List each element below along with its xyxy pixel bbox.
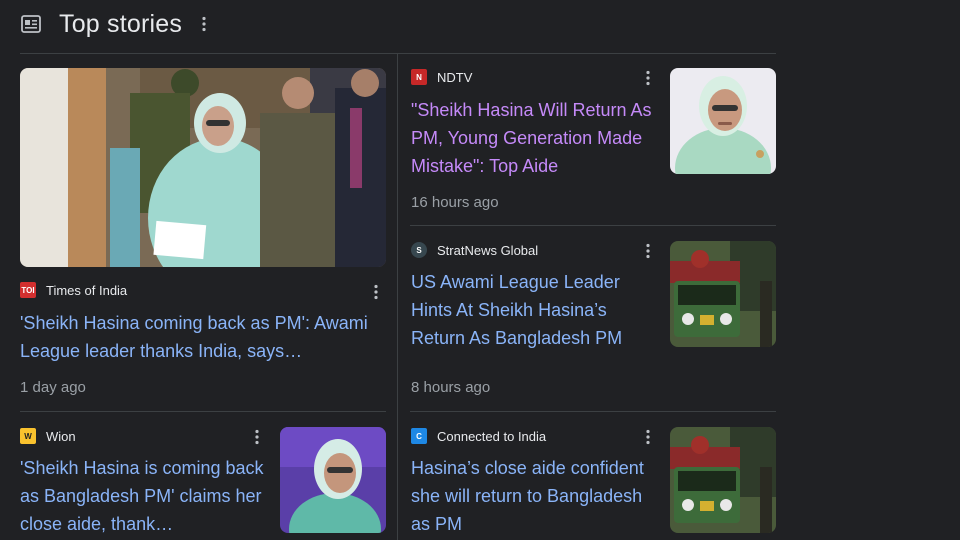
story-headline[interactable]: US Awami League Leader Hints At Sheikh H… [411, 268, 655, 352]
story-source: S StratNews Global [411, 242, 538, 258]
story-headline[interactable]: 'Sheikh Hasina coming back as PM': Awami… [20, 309, 386, 365]
story-thumbnail[interactable] [670, 68, 776, 174]
story-thumbnail[interactable] [670, 241, 776, 347]
story-more-options-icon[interactable] [370, 282, 382, 302]
story-headline[interactable]: Hasina’s close aide confident she will r… [411, 454, 661, 538]
times-of-india-favicon-icon: TOI [20, 282, 36, 298]
story-more-options-icon[interactable] [642, 427, 654, 447]
stratnews-favicon-icon: S [411, 242, 427, 258]
newspaper-icon [21, 15, 41, 33]
story-more-options-icon[interactable] [642, 68, 654, 88]
story-more-options-icon[interactable] [642, 241, 654, 261]
row-divider [20, 411, 386, 412]
page-title: Top stories [59, 9, 183, 38]
story-more-options-icon[interactable] [251, 427, 263, 447]
story-thumbnail[interactable] [280, 427, 386, 533]
header-divider [20, 53, 776, 54]
story-timestamp: 16 hours ago [411, 194, 499, 211]
story-headline[interactable]: "Sheikh Hasina Will Return As PM, Young … [411, 96, 655, 180]
story-timestamp: 1 day ago [20, 379, 86, 396]
story-thumbnail[interactable] [20, 68, 386, 267]
ndtv-favicon-icon: N [411, 69, 427, 85]
story-source: W Wion [20, 428, 76, 444]
wion-favicon-icon: W [20, 428, 36, 444]
story-source: TOI Times of India [20, 282, 128, 298]
story-headline[interactable]: 'Sheikh Hasina is coming back as Banglad… [20, 454, 270, 538]
column-divider [397, 54, 398, 540]
story-timestamp: 8 hours ago [411, 379, 491, 396]
story-thumbnail[interactable] [670, 427, 776, 533]
more-options-icon[interactable] [196, 13, 212, 35]
row-divider [410, 225, 776, 226]
story-source: C Connected to India [411, 428, 546, 444]
connected-to-india-favicon-icon: C [411, 428, 427, 444]
story-source: N NDTV [411, 69, 472, 85]
row-divider [410, 411, 776, 412]
top-stories-header: Top stories [20, 6, 212, 42]
